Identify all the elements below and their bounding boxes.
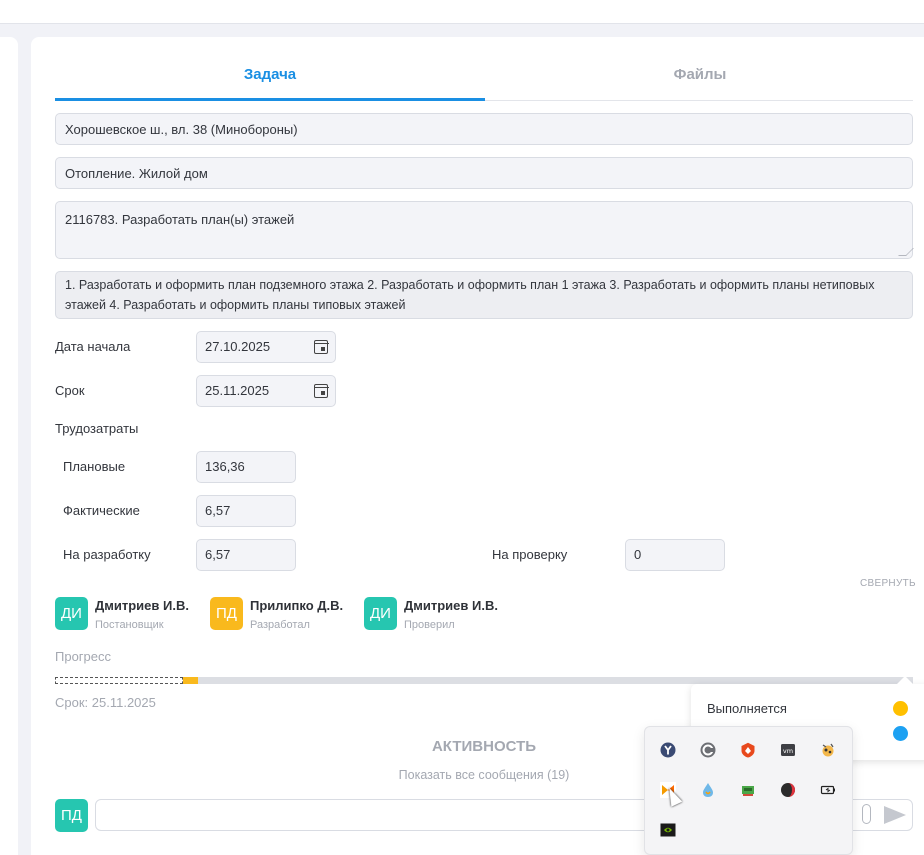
progress-marker: [183, 677, 198, 684]
labor-title: Трудозатраты: [55, 421, 139, 436]
progress-deadline: Срок: 25.11.2025: [55, 695, 156, 710]
review-label: На проверку: [492, 547, 568, 562]
progress-bar: [55, 677, 913, 684]
collapse-button[interactable]: СВЕРНУТЬ: [860, 578, 916, 589]
development-input[interactable]: 6,57: [196, 539, 296, 571]
ccleaner-icon[interactable]: [700, 742, 716, 758]
calendar-icon[interactable]: [313, 340, 329, 354]
nvidia-icon[interactable]: [660, 822, 676, 838]
yandex-browser-icon[interactable]: [660, 742, 676, 758]
status-dot-yellow[interactable]: [893, 701, 908, 716]
vmware-icon[interactable]: vm: [780, 742, 796, 758]
person-name: Прилипко Д.В.: [250, 598, 344, 613]
section-field[interactable]: Отопление. Жилой дом: [55, 157, 913, 189]
start-date-value: 27.10.2025: [205, 339, 271, 354]
water-drop-icon[interactable]: [700, 782, 716, 798]
paint-tool-icon[interactable]: [820, 742, 836, 758]
actual-label: Фактические: [63, 503, 140, 518]
actual-input[interactable]: 6,57: [196, 495, 296, 527]
start-date-label: Дата начала: [55, 339, 131, 354]
status-label: Выполняется: [707, 701, 787, 716]
battery-icon[interactable]: [820, 782, 836, 798]
opera-gx-icon[interactable]: [780, 782, 796, 798]
attach-icon[interactable]: [862, 804, 871, 824]
progress-label: Прогресс: [55, 649, 112, 664]
planned-label: Плановые: [63, 459, 126, 474]
task-title-textarea[interactable]: 2116783. Разработать план(ы) этажей: [55, 201, 914, 259]
person-name: Дмитриев И.В.: [95, 598, 189, 613]
review-input[interactable]: 0: [625, 539, 725, 571]
tab-bar: Задача Файлы: [55, 56, 913, 101]
left-panel: [0, 37, 18, 855]
security-shield-icon[interactable]: [740, 742, 756, 758]
chat-avatar: ПД: [55, 799, 88, 832]
network-adapter-icon[interactable]: [740, 782, 756, 798]
tab-files[interactable]: Файлы: [485, 56, 915, 101]
avatar: ДИ: [364, 597, 397, 630]
avatar: ПД: [210, 597, 243, 630]
send-icon[interactable]: [884, 806, 906, 824]
progress-fill: [55, 677, 183, 684]
start-date-input[interactable]: 27.10.2025: [196, 331, 336, 363]
person-role: Постановщик: [95, 619, 164, 631]
status-dot-blue[interactable]: [893, 726, 908, 741]
person-name: Дмитриев И.В.: [404, 598, 498, 613]
task-title-text: 2116783. Разработать план(ы) этажей: [65, 212, 295, 227]
due-date-label: Срок: [55, 383, 85, 398]
person-role: Разработал: [250, 619, 310, 631]
planned-input[interactable]: 136,36: [196, 451, 296, 483]
due-date-value: 25.11.2025: [205, 383, 270, 398]
person-role: Проверил: [404, 619, 455, 631]
svg-text:vm: vm: [783, 747, 793, 755]
resize-handle-icon[interactable]: [898, 248, 914, 256]
avatar: ДИ: [55, 597, 88, 630]
top-bar: [0, 0, 924, 24]
address-field[interactable]: Хорошевское ш., вл. 38 (Минобороны): [55, 113, 913, 145]
description-field: 1. Разработать и оформить план подземног…: [55, 271, 913, 319]
due-date-input[interactable]: 25.11.2025: [196, 375, 336, 407]
development-label: На разработку: [63, 547, 151, 562]
tab-task[interactable]: Задача: [55, 56, 485, 101]
calendar-icon[interactable]: [313, 384, 329, 398]
